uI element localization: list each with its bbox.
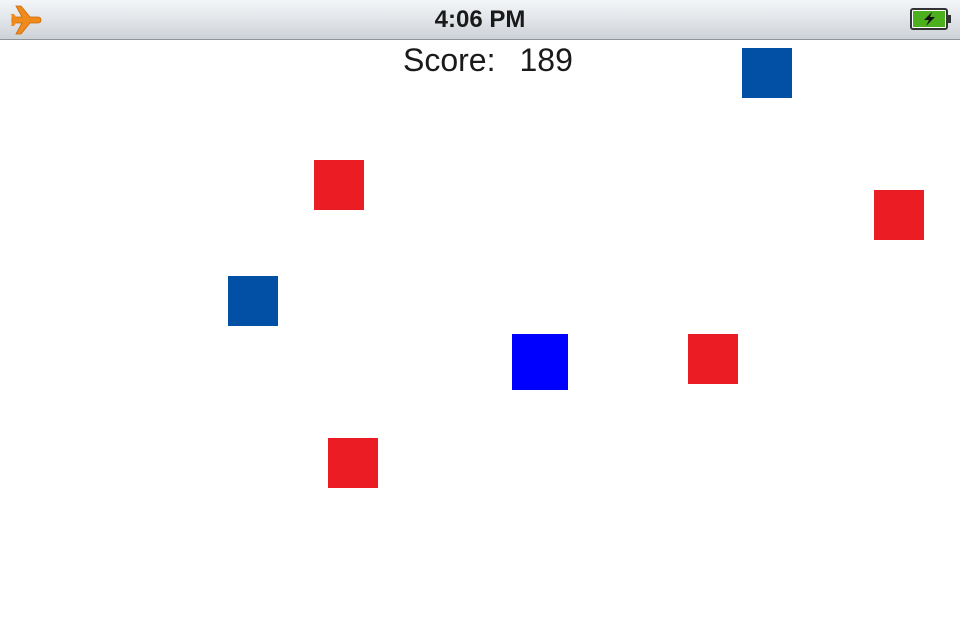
score-value: 189 xyxy=(519,42,573,78)
red-block xyxy=(874,190,924,240)
status-bar: 4:06 PM xyxy=(0,0,960,40)
battery-charging-icon xyxy=(910,8,951,30)
score-label: Score: xyxy=(403,42,496,78)
red-block xyxy=(688,334,738,384)
player-block[interactable] xyxy=(512,334,568,390)
score-display: Score: 189 xyxy=(380,42,600,84)
dark-blue-block xyxy=(228,276,278,326)
dark-blue-block xyxy=(742,48,792,98)
red-block xyxy=(314,160,364,210)
game-screen[interactable]: 4:06 PM Score: 189 xyxy=(0,0,960,640)
red-block xyxy=(328,438,378,488)
status-time: 4:06 PM xyxy=(434,6,526,33)
